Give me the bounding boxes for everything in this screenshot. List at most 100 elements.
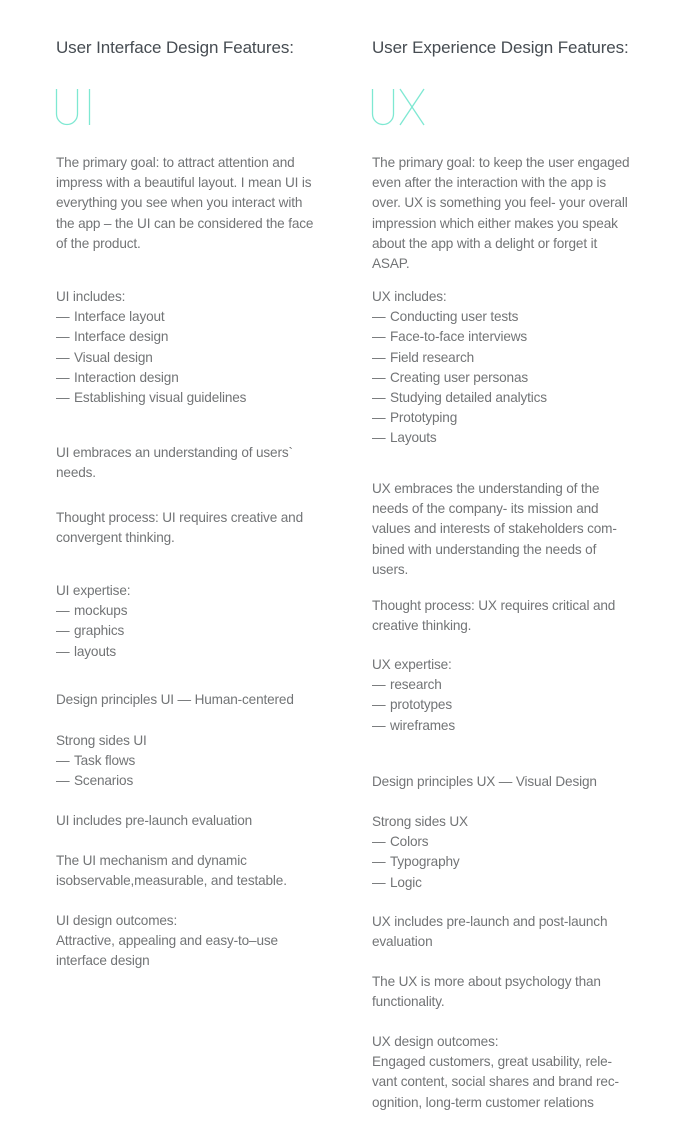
list-item-text: Creating user personas — [390, 369, 529, 385]
list-item-text: Establishing visual guidelines — [74, 390, 247, 406]
list-item-text: Prototyping — [390, 410, 458, 426]
list-item-text: wireframes — [390, 717, 455, 733]
text-line: ASAP. — [372, 256, 410, 272]
text-line: ognition, long-term customer relations — [372, 1094, 594, 1110]
list-item-text: Face-to-face interviews — [390, 329, 528, 345]
text-line: over. UX is something you feel- your ove… — [372, 195, 628, 211]
dash: — — [372, 349, 386, 365]
list-item: — Scenarios — [56, 771, 147, 791]
text-line: Engaged customers, great usability, rele… — [372, 1054, 612, 1070]
text-line: Thought process: UI requires creative an… — [56, 510, 303, 525]
dash: — — [56, 623, 70, 639]
dash: — — [56, 349, 70, 365]
text-line: even after the interaction with the app … — [372, 175, 607, 191]
ui-evaluation: UI includes pre-launch evaluation — [56, 811, 252, 831]
ux-design-principles: Design principles UX — Visual Design — [372, 772, 597, 792]
list-item: — mockups — [56, 601, 130, 621]
list-item: — Layouts — [372, 428, 547, 448]
list-item-text: Interface layout — [74, 309, 165, 325]
dash: — — [372, 369, 386, 385]
ux-includes-title: UX includes: — [372, 289, 447, 304]
text-line: the app – the UI can be considered the f… — [56, 215, 314, 231]
text-line: The primary goal: to attract attention a… — [56, 155, 295, 170]
text-line: everything you see when you interact wit… — [56, 195, 303, 211]
text-line: impression which either makes you speak — [372, 215, 618, 231]
ui-heading: User Interface Design Features: — [56, 38, 294, 57]
list-item-text: graphics — [74, 623, 125, 639]
dash: — — [56, 643, 70, 659]
list-item: — Field research — [372, 348, 547, 368]
text-line: functionality. — [372, 994, 445, 1010]
text-line: interface design — [56, 953, 150, 969]
dash: — — [56, 309, 70, 325]
ux-includes: UX includes: — Conducting user tests — Fac… — [372, 287, 547, 449]
text-line: values and interests of stakeholders com… — [372, 521, 617, 537]
list-item-text: mockups — [74, 603, 128, 619]
list-item: — Conducting user tests — [372, 307, 547, 327]
dash: — — [56, 369, 70, 385]
ui-mechanism: The UI mechanism and dynamic isobservabl… — [56, 851, 287, 891]
dash: — — [372, 410, 386, 426]
list-item: — research — [372, 675, 455, 695]
ui-strong-title: Strong sides UI — [56, 733, 147, 748]
ux-strong-sides: Strong sides UX — Colors — Typography — Log… — [372, 812, 468, 893]
list-item: — Face-to-face interviews — [372, 327, 547, 347]
text-line: Attractive, appealing and easy-to–use — [56, 933, 278, 949]
ux-big-label — [370, 84, 440, 134]
list-item-text: Colors — [390, 834, 429, 850]
text-line: Design principles UI — Human-centered — [56, 692, 294, 707]
ux-expertise: UX expertise: — research — prototypes — wir… — [372, 655, 455, 736]
list-item-text: research — [390, 677, 442, 693]
ux-letters-graphic — [371, 88, 425, 126]
list-item-text: layouts — [74, 643, 117, 659]
dash: — — [372, 329, 386, 345]
text-line: bined with understanding the needs of — [372, 541, 597, 557]
text-line: The primary goal: to keep the user engag… — [372, 155, 630, 170]
text-line: about the app with a delight or forget i… — [372, 235, 598, 251]
dash: — — [372, 430, 386, 446]
dash: — — [372, 834, 386, 850]
list-item-text: Visual design — [74, 349, 153, 365]
text-line: The UX is more about psychology than — [372, 974, 601, 989]
list-item-text: Typography — [390, 854, 460, 870]
list-item: — Prototyping — [372, 408, 547, 428]
text-line: evaluation — [372, 934, 433, 950]
dash: — — [372, 854, 386, 870]
list-item-text: Layouts — [390, 430, 437, 446]
list-item-text: prototypes — [390, 697, 452, 713]
dash: — — [56, 603, 70, 619]
list-item: — Studying detailed analytics — [372, 388, 547, 408]
text-line: isobservable,measurable, and testable. — [56, 873, 287, 889]
dash: — — [56, 390, 70, 406]
ux-strong-title: Strong sides UX — [372, 814, 468, 829]
ui-design-principles: Design principles UI — Human-centered — [56, 690, 294, 710]
dash: — — [56, 753, 70, 769]
list-item: — Logic — [372, 873, 468, 893]
list-item-text: Interface design — [74, 329, 169, 345]
list-item: — Interaction design — [56, 368, 246, 388]
list-item-text: Studying detailed analytics — [390, 390, 547, 406]
ui-strong-sides: Strong sides UI — Task flows — Scenarios — [56, 731, 147, 792]
dash: — — [56, 773, 70, 789]
dash: — — [372, 677, 386, 693]
list-item: — graphics — [56, 621, 130, 641]
text-line: vant content, social shares and brand re… — [372, 1074, 619, 1090]
text-line: Design principles UX — Visual Design — [372, 774, 597, 789]
ux-heading: User Experience Design Features: — [372, 38, 629, 57]
ux-evaluation: UX includes pre-launch and post-launch e… — [372, 912, 608, 952]
text-line: needs. — [56, 465, 96, 481]
list-item-text: Logic — [390, 874, 422, 890]
text-line: of the product. — [56, 235, 141, 251]
list-item-text: Conducting user tests — [390, 309, 519, 325]
text-line: users. — [372, 561, 409, 577]
ui-includes: UI includes: — Interface layout — Interfac… — [56, 287, 246, 408]
list-item: — prototypes — [372, 695, 455, 715]
list-item: — Typography — [372, 852, 468, 872]
list-item: — Colors — [372, 832, 468, 852]
text-line: convergent thinking. — [56, 530, 175, 546]
list-item-text: Field research — [390, 349, 475, 365]
dash: — — [372, 390, 386, 406]
ui-outcomes: UI design outcomes: Attractive, appealin… — [56, 911, 278, 972]
text-line: impress with a beautiful layout. I mean … — [56, 175, 312, 191]
list-item: — Creating user personas — [372, 368, 547, 388]
